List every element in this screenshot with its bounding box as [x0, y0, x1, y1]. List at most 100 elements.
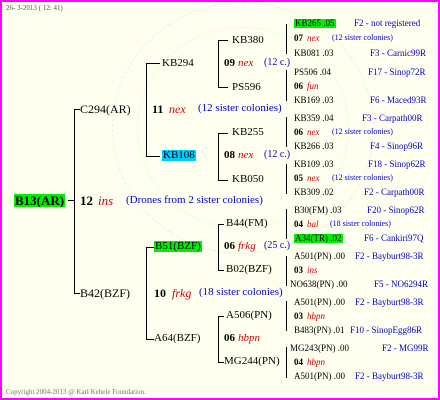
connector — [218, 133, 219, 180]
line-name: nex — [307, 173, 320, 183]
ancestor-kb309[interactable]: KB309 .02 — [294, 188, 334, 197]
connector — [218, 40, 219, 87]
connector — [218, 270, 224, 271]
connector — [286, 209, 287, 239]
line-name: frkg — [238, 240, 256, 252]
gen-num: 06 — [294, 127, 303, 137]
ancestor-ps506[interactable]: PS506 .04 — [294, 68, 331, 77]
ancestor-kb359[interactable]: KB359 .04 — [294, 114, 334, 123]
line-name: ins — [307, 265, 318, 275]
connector — [146, 156, 160, 157]
sister-note: (12 sister colonies) — [332, 173, 393, 182]
ancestor-kb081[interactable]: KB081 .03 — [294, 49, 334, 58]
queen-c294-node[interactable]: C294(AR) — [80, 103, 131, 115]
ancestor-a34[interactable]: A34(TR) .02 — [294, 234, 343, 243]
queen-b42-node[interactable]: B42(BZF) — [80, 287, 130, 299]
connector — [218, 180, 228, 181]
connector — [146, 247, 147, 339]
connector — [218, 316, 219, 362]
queen-mg244-node[interactable]: MG244(PN) — [224, 356, 280, 367]
ancestor-a501[interactable]: A501(PN) .00 — [294, 372, 345, 381]
queen-b02-node[interactable]: B02(BZF) — [226, 264, 272, 275]
queen-b13-node[interactable]: B13(AR) — [14, 194, 66, 207]
ancestor-mg243[interactable]: MG243(PN) .00 — [290, 344, 349, 353]
gen-num: 05 — [294, 173, 303, 183]
connector — [146, 247, 154, 248]
line-name: nex — [169, 102, 186, 116]
line-name: nex — [307, 33, 320, 43]
connector — [218, 224, 219, 270]
ancestor-origin: F4 - Sinop96R — [370, 141, 424, 151]
ancestor-b30[interactable]: B30(FM) .03 — [294, 206, 342, 215]
ancestor-origin: F10 - SinopEgg86R — [350, 325, 423, 335]
connector — [218, 224, 224, 225]
line-name: nex — [238, 149, 254, 161]
sister-note: (12 sister colonies) — [332, 33, 393, 42]
ancestor-kb169[interactable]: KB169 .03 — [294, 96, 334, 105]
queen-b51-node[interactable]: B51(BZF) — [154, 241, 202, 252]
ancestor-origin: F2 - Bayburt98-3R — [355, 251, 424, 261]
sister-note: (12 sister colonies) — [332, 127, 393, 136]
queen-kb255-node[interactable]: KB255 — [232, 127, 264, 138]
line-name: frkg — [172, 286, 192, 300]
connector — [286, 301, 287, 331]
ancestor-kb266[interactable]: KB266 .03 — [294, 142, 334, 151]
gen-num: 07 — [294, 33, 303, 43]
line-name: ins — [98, 193, 114, 208]
ancestor-origin: F20 - Sinop62R — [367, 205, 425, 215]
ancestor-origin: F3 - Carnic99R — [370, 48, 426, 58]
connector — [286, 347, 287, 378]
ancestor-origin: F18 - Sinop62R — [368, 159, 426, 169]
ancestor-origin: F6 - Maced93R — [370, 95, 427, 105]
ancestor-no638[interactable]: NO638(PN) .00 — [290, 280, 348, 289]
ancestor-origin: F2 - MG99R — [382, 343, 429, 353]
gen-num: 03 — [294, 265, 303, 275]
line-name: hbpn — [238, 332, 260, 344]
ancestor-origin: F2 - Bayburt98-3R — [355, 297, 424, 307]
ancestor-kb265[interactable]: KB265 .05 — [294, 19, 336, 28]
line-name: nex — [307, 127, 320, 137]
sister-note: (25 c.) — [264, 240, 291, 251]
pedigree-canvas: 26- 3-2013 ( 12: 41) Copyright 2004-2013… — [0, 0, 440, 400]
connector — [286, 164, 287, 194]
ancestor-b483[interactable]: B483(PN) .01 — [294, 326, 345, 335]
connector — [146, 63, 160, 64]
gen-num: 10 — [154, 286, 166, 300]
queen-kb380-node[interactable]: KB380 — [232, 35, 264, 46]
sister-note: (18 sister colonies) — [199, 286, 283, 298]
connector — [218, 316, 224, 317]
ancestor-a501[interactable]: A501(PN) .00 — [294, 298, 345, 307]
sister-note: (18 sister colonies) — [330, 219, 391, 228]
connector — [286, 117, 287, 147]
queen-kb108-node[interactable]: KB108 — [162, 150, 196, 161]
queen-kb294-node[interactable]: KB294 — [162, 58, 194, 69]
gen-num: 06 — [224, 240, 235, 252]
gen-num: 06 — [224, 332, 235, 344]
ancestor-a501[interactable]: A501(PN) .00 — [294, 252, 345, 261]
connector — [146, 339, 154, 340]
ancestor-origin: F5 - NO6294R — [374, 279, 429, 289]
ancestor-origin: F2 - Bayburt98-3R — [355, 371, 424, 381]
gen-num: 12 — [80, 193, 93, 208]
ancestor-origin: F17 - Sinop72R — [368, 67, 426, 77]
sister-note: (12 c.) — [264, 149, 291, 160]
ancestor-kb109[interactable]: KB109 .03 — [294, 160, 334, 169]
line-name: fun — [307, 81, 319, 91]
queen-a64-node[interactable]: A64(BZF) — [154, 333, 200, 344]
date-stamp: 26- 3-2013 ( 12: 41) — [6, 4, 63, 12]
gen-num: 09 — [224, 57, 235, 69]
queen-b44-node[interactable]: B44(FM) — [226, 218, 268, 229]
line-name: hbpn — [307, 311, 325, 321]
gen-num: 11 — [152, 102, 164, 116]
queen-ps596-node[interactable]: PS596 — [232, 82, 261, 93]
copyright: Copyright 2004-2013 @ Karl Kehele Founda… — [6, 388, 146, 396]
line-name: hbpn — [307, 357, 325, 367]
sister-note: (Drones from 2 sister colonies) — [126, 194, 263, 206]
sister-note: (12 c.) — [264, 57, 291, 68]
queen-a506-node[interactable]: A506(PN) — [226, 310, 272, 321]
connector — [74, 109, 75, 293]
queen-kb050-node[interactable]: KB050 — [232, 174, 264, 185]
ancestor-origin: F6 - Cankiri97Q — [364, 233, 424, 243]
ancestor-origin: F3 - Carpath00R — [362, 113, 423, 123]
gen-num: 03 — [294, 311, 303, 321]
